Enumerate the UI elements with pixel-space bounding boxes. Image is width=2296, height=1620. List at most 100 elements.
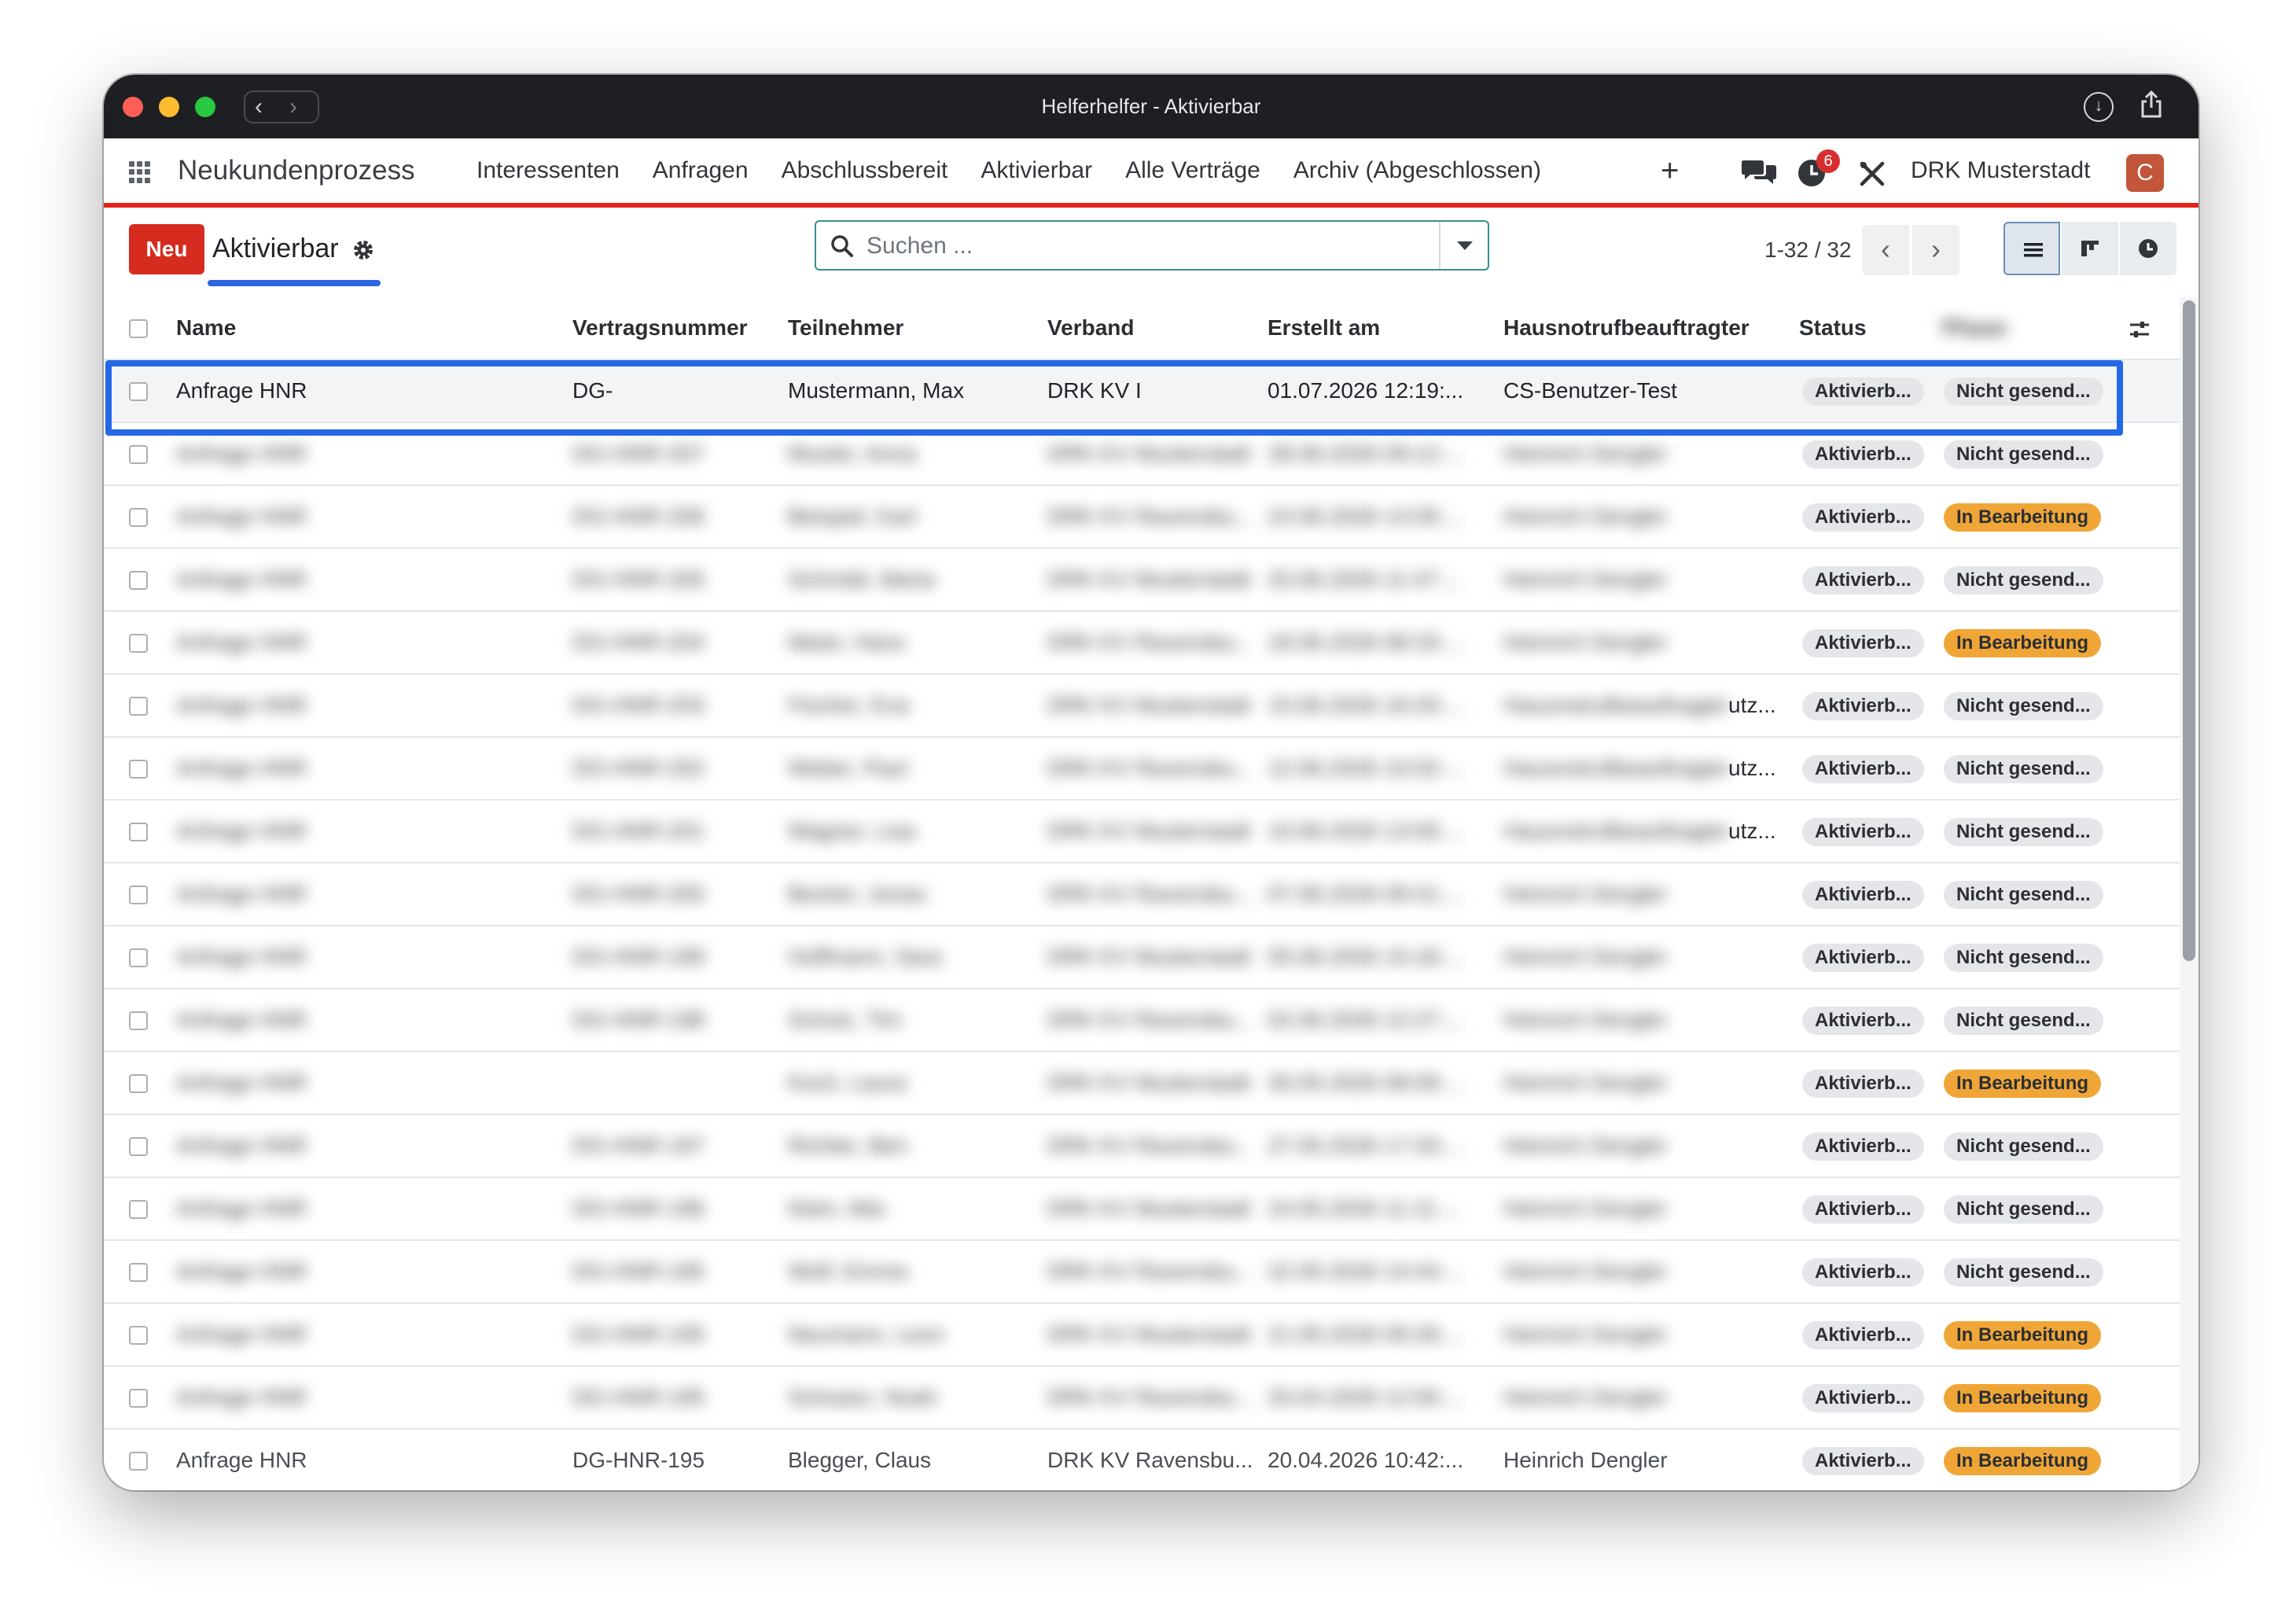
record-name: Anfrage HNR [176, 504, 307, 528]
table-row[interactable]: Anfrage HNR DG-HNR-198 Schulz, Tim DRK KV R… [104, 989, 2180, 1052]
menu-item-anfragen[interactable]: Anfragen [653, 138, 749, 203]
table-row[interactable]: Anfrage HNR DG-HNR-195 Blegger, Claus DRK K… [104, 1430, 2180, 1490]
list-view-button[interactable] [2003, 222, 2060, 275]
officer-name: Heinrich Dengler [1503, 567, 1668, 591]
table-row[interactable]: Anfrage HNR DG-HNR-197 Richter, Ben DRK KV … [104, 1115, 2180, 1178]
row-checkbox[interactable] [129, 571, 148, 590]
menu-item-alle-vertraege[interactable]: Alle Verträge [1125, 138, 1260, 203]
menu-item-aktivierbar[interactable]: Aktivierbar [981, 138, 1092, 203]
new-button[interactable]: Neu [129, 224, 204, 274]
row-checkbox[interactable] [129, 1011, 148, 1030]
contract-number: DG-HNR-195 [572, 1322, 705, 1346]
user-avatar[interactable]: C [2126, 154, 2164, 192]
table-row[interactable]: Anfrage HNR DG-HNR-203 Fischer, Eva DRK KV … [104, 675, 2180, 738]
row-checkbox[interactable] [129, 1389, 148, 1408]
row-checkbox[interactable] [129, 1200, 148, 1219]
share-icon[interactable] [2136, 90, 2167, 122]
column-header-name[interactable]: Name [176, 297, 561, 359]
row-checkbox[interactable] [129, 1074, 148, 1093]
row-checkbox[interactable] [129, 697, 148, 716]
table-row[interactable]: Anfrage HNR DG-HNR-207 Muster, Anna DRK KV … [104, 423, 2180, 486]
record-name: Anfrage HNR [176, 1133, 307, 1158]
participant-name: Neumann, Leon [788, 1322, 945, 1346]
status-badge: Aktivierb... [1802, 944, 1924, 972]
table-row[interactable]: Anfrage HNR DG-HNR-195 Neumann, Leon DRK KV… [104, 1304, 2180, 1367]
company-switcher[interactable]: DRK Musterstadt [1911, 138, 2090, 203]
menu-item-interessenten[interactable]: Interessenten [476, 138, 620, 203]
participant-name: Schwarz, Noah [788, 1385, 937, 1409]
officer-name: Heinrich Dengler [1503, 504, 1668, 528]
officer-name: Heinrich Dengler [1503, 1385, 1668, 1409]
column-header-association[interactable]: Verband [1047, 297, 1260, 359]
title-bar: ‹ › Helferhelfer - Aktivierbar ↓ [104, 75, 2198, 138]
row-checkbox[interactable] [129, 508, 148, 527]
row-checkbox[interactable] [129, 948, 148, 967]
status-badge: Aktivierb... [1802, 1132, 1924, 1161]
table-row[interactable]: Anfrage HNR DG-HNR-205 Schmidt, Maria DRK K… [104, 549, 2180, 612]
record-name: Anfrage HNR [176, 1322, 307, 1346]
column-header-status[interactable]: Status [1799, 297, 1886, 359]
table-row[interactable]: Anfrage HNR DG-HNR-206 Beispiel, Karl DRK K… [104, 486, 2180, 549]
officer-name: Heinrich Dengler [1503, 882, 1668, 906]
gear-icon[interactable] [352, 239, 374, 261]
table-row[interactable]: Anfrage HNR DG-HNR-202 Weber, Paul DRK KV R… [104, 738, 2180, 801]
association-name: DRK KV Musterstadt [1047, 819, 1251, 843]
row-checkbox[interactable] [129, 634, 148, 653]
table-row[interactable]: Anfrage HNR DG-HNR-195 Wolf, Emma DRK KV Ra… [104, 1241, 2180, 1304]
window-title: Helferhelfer - Aktivierbar [1041, 94, 1261, 118]
scrollbar-thumb[interactable] [2183, 300, 2195, 961]
status-badge: Aktivierb... [1802, 692, 1924, 720]
state-badge: Nicht gesend... [1944, 440, 2103, 469]
kanban-view-button[interactable] [2062, 222, 2118, 275]
pager-previous-button[interactable]: ‹ [1862, 225, 1909, 275]
column-header-participant[interactable]: Teilnehmer [788, 297, 1039, 359]
table-row[interactable]: Anfrage HNR DG-HNR-199 Hoffmann, Sara DRK K… [104, 926, 2180, 989]
search-icon [831, 235, 853, 257]
row-checkbox[interactable] [129, 885, 148, 904]
app-brand[interactable]: Neukundenprozess [178, 138, 415, 203]
add-menu-icon[interactable]: + [1661, 138, 1679, 203]
row-checkbox[interactable] [129, 1263, 148, 1282]
officer-name: Heinrich Dengler [1503, 1196, 1668, 1221]
table-row[interactable]: Anfrage HNR DG- Mustermann, Max DRK KV I 01.… [104, 360, 2180, 423]
column-header-contract[interactable]: Vertragsnummer [572, 297, 777, 359]
table-row[interactable]: Anfrage HNR DG-HNR-204 Meier, Hans DRK KV R… [104, 612, 2180, 675]
table-row[interactable]: Anfrage HNR DG-HNR-201 Wagner, Lisa DRK KV … [104, 801, 2180, 863]
row-checkbox[interactable] [129, 382, 148, 401]
pager-value[interactable]: 1-32 / 32 [1764, 225, 1852, 275]
contract-number: DG-HNR-201 [572, 819, 705, 843]
chat-icon[interactable] [1741, 157, 1777, 186]
row-checkbox[interactable] [129, 445, 148, 464]
record-name: Anfrage HNR [176, 1448, 307, 1472]
vertical-scrollbar[interactable] [2180, 297, 2198, 1490]
table-row[interactable]: Anfrage HNR Koch, Laura DRK KV Musterstadt… [104, 1052, 2180, 1115]
row-checkbox[interactable] [129, 760, 148, 779]
search-options-toggle[interactable] [1439, 222, 1488, 269]
search-input[interactable] [865, 230, 1418, 263]
column-header-created[interactable]: Erstellt am [1268, 297, 1496, 359]
table-row[interactable]: Anfrage HNR DG-HNR-196 Klein, Mia DRK KV Mu… [104, 1178, 2180, 1241]
table-row[interactable]: Anfrage HNR DG-HNR-195 Schwarz, Noah DRK KV… [104, 1367, 2180, 1430]
pager-next-button[interactable]: › [1912, 225, 1959, 275]
menu-item-archiv[interactable]: Archiv (Abgeschlossen) [1293, 138, 1541, 203]
created-date: 20.04.2026 12:50:... [1268, 1385, 1464, 1409]
officer-name: Heinrich Dengler [1503, 944, 1668, 969]
apps-menu-icon[interactable] [129, 161, 151, 183]
menu-item-abschlussbereit[interactable]: Abschlussbereit [782, 138, 948, 203]
select-all-checkbox[interactable] [129, 319, 148, 338]
row-checkbox[interactable] [129, 1137, 148, 1156]
column-header-officer[interactable]: Hausnotrufbeauftragter [1503, 297, 1779, 359]
created-date: 10.06.2026 13:55:... [1268, 819, 1464, 843]
state-badge: Nicht gesend... [1944, 881, 2103, 909]
optional-columns-icon[interactable] [2128, 318, 2151, 341]
tools-icon[interactable] [1859, 160, 1886, 187]
association-name: DRK KV Ravensbu... [1047, 882, 1253, 906]
row-checkbox[interactable] [129, 823, 148, 841]
activity-view-button[interactable] [2120, 222, 2176, 275]
status-badge: Aktivierb... [1802, 629, 1924, 657]
participant-name: Wagner, Lisa [788, 819, 916, 843]
row-checkbox[interactable] [129, 1452, 148, 1471]
row-checkbox[interactable] [129, 1326, 148, 1345]
table-row[interactable]: Anfrage HNR DG-HNR-200 Becker, Jonas DRK KV… [104, 863, 2180, 926]
download-icon[interactable]: ↓ [2084, 92, 2114, 122]
